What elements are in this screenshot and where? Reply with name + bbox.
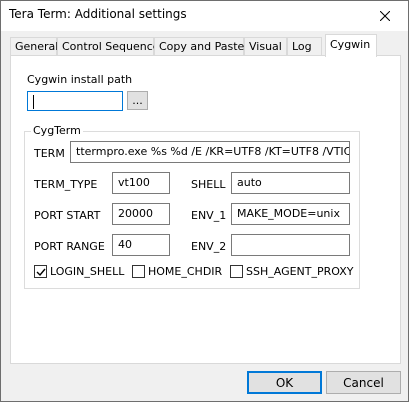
term-label: TERM [34, 147, 65, 160]
install-path-input[interactable] [27, 91, 123, 111]
browse-button[interactable]: ... [127, 91, 148, 110]
login-shell-box[interactable] [34, 265, 47, 278]
tab-general[interactable]: General [10, 37, 58, 56]
close-icon [380, 11, 390, 21]
term-input[interactable]: ttermpro.exe %s %d /E /KR=UTF8 /KT=UTF8 … [70, 141, 350, 163]
text-caret [33, 95, 34, 109]
port-range-input[interactable]: 40 [112, 234, 170, 256]
env1-label: ENV_1 [191, 209, 227, 222]
ssh-agent-proxy-label: SSH_AGENT_PROXY [246, 265, 354, 278]
tab-copy-and-paste[interactable]: Copy and Paste [154, 37, 244, 56]
tab-control-sequence[interactable]: Control Sequence [57, 37, 160, 56]
port-start-label: PORT START [34, 209, 101, 222]
tab-log[interactable]: Log [287, 37, 322, 56]
ssh-agent-proxy-checkbox[interactable]: SSH_AGENT_PROXY [230, 265, 353, 278]
env1-input[interactable]: MAKE_MODE=unix [231, 203, 350, 225]
term-type-label: TERM_TYPE [34, 178, 98, 191]
shell-input[interactable]: auto [231, 172, 350, 194]
ok-button[interactable]: OK [247, 371, 322, 394]
ssh-agent-proxy-box[interactable] [230, 265, 243, 278]
cygterm-group-label: CygTerm [31, 124, 83, 137]
env2-label: ENV_2 [191, 240, 227, 253]
env2-input[interactable] [231, 234, 350, 256]
install-path-label: Cygwin install path [27, 73, 133, 86]
port-start-input[interactable]: 20000 [112, 203, 170, 225]
cancel-button[interactable]: Cancel [326, 371, 401, 394]
term-type-input[interactable]: vt100 [112, 172, 170, 194]
dialog-window: Tera Term: Additional settings General C… [0, 0, 409, 402]
close-button[interactable] [362, 1, 408, 31]
home-chdir-label: HOME_CHDIR [148, 265, 223, 278]
port-range-label: PORT RANGE [34, 240, 105, 253]
window-title: Tera Term: Additional settings [9, 7, 187, 21]
tab-cygwin[interactable]: Cygwin [325, 34, 377, 57]
title-bar: Tera Term: Additional settings [1, 1, 408, 31]
login-shell-checkbox[interactable]: LOGIN_SHELL [34, 265, 124, 278]
shell-label: SHELL [191, 178, 226, 191]
checkmark-icon [36, 268, 46, 276]
home-chdir-box[interactable] [132, 265, 145, 278]
login-shell-label: LOGIN_SHELL [50, 265, 125, 278]
home-chdir-checkbox[interactable]: HOME_CHDIR [132, 265, 222, 278]
tab-visual[interactable]: Visual [244, 37, 287, 56]
